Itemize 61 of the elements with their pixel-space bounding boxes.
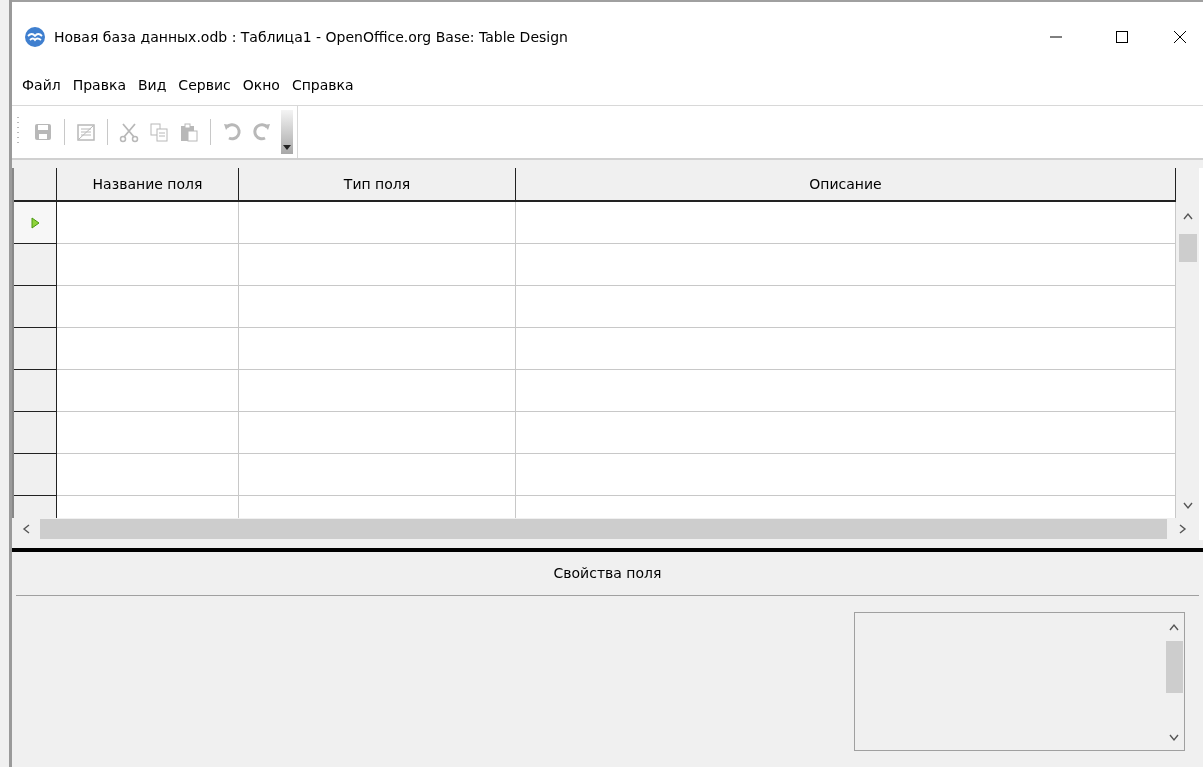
vertical-scrollbar-thumb[interactable] <box>1165 641 1183 693</box>
table-cell[interactable] <box>516 286 1176 328</box>
scroll-left-icon[interactable] <box>22 524 30 534</box>
table-cell[interactable] <box>239 412 516 454</box>
column-header[interactable]: Название поля <box>57 168 239 200</box>
table-cell[interactable] <box>57 328 239 370</box>
table-cell[interactable] <box>239 370 516 412</box>
copy-icon <box>148 121 170 143</box>
toolbar-overflow-button[interactable] <box>281 110 293 154</box>
row-header[interactable] <box>14 412 57 454</box>
row-header[interactable] <box>14 244 57 286</box>
table-cell[interactable] <box>516 244 1176 286</box>
scroll-down-icon[interactable] <box>1182 502 1193 510</box>
table-cell[interactable] <box>239 244 516 286</box>
table-cell[interactable] <box>57 244 239 286</box>
table-cell[interactable] <box>57 454 239 496</box>
scroll-right-icon[interactable] <box>1179 524 1187 534</box>
scroll-down-icon[interactable] <box>1169 734 1179 742</box>
close-icon <box>1173 30 1187 44</box>
table-cell[interactable] <box>239 286 516 328</box>
row-header[interactable] <box>14 454 57 496</box>
row-header[interactable] <box>14 202 57 244</box>
table-cell[interactable] <box>57 370 239 412</box>
maximize-icon <box>1115 30 1129 44</box>
table-cell[interactable] <box>516 454 1176 496</box>
menu-item[interactable]: Вид <box>133 75 171 96</box>
app-logo-icon <box>24 26 46 48</box>
row-header[interactable] <box>14 328 57 370</box>
dropdown-arrow-icon <box>283 145 291 150</box>
redo-icon <box>251 121 273 143</box>
table-cell[interactable] <box>239 454 516 496</box>
menu-item[interactable]: Файл <box>18 75 65 96</box>
table-cell[interactable] <box>239 202 516 244</box>
menu-item[interactable]: Окно <box>238 75 284 96</box>
row-header[interactable] <box>14 286 57 328</box>
scroll-up-icon[interactable] <box>1169 623 1179 631</box>
paste-icon <box>178 121 200 143</box>
save-icon <box>32 121 54 143</box>
undo-icon <box>221 121 243 143</box>
column-header[interactable]: Тип поля <box>239 168 516 200</box>
panel-title: Свойства поля <box>553 564 662 583</box>
cut-icon <box>118 121 140 143</box>
vertical-scrollbar-thumb[interactable] <box>1178 234 1197 262</box>
menu-item[interactable]: Справка <box>287 75 358 96</box>
table-cell[interactable] <box>57 412 239 454</box>
table-cell[interactable] <box>516 412 1176 454</box>
scroll-up-icon[interactable] <box>1182 212 1193 220</box>
table-cell[interactable] <box>57 286 239 328</box>
window-title: Новая база данных.odb : Таблица1 - OpenOffice.org Base: Table Design <box>54 27 568 47</box>
menu-item[interactable]: Сервис <box>174 75 235 96</box>
table-index-icon <box>75 121 97 143</box>
table-cell[interactable] <box>516 202 1176 244</box>
row-header[interactable] <box>14 370 57 412</box>
menu-item[interactable]: Правка <box>68 75 130 96</box>
horizontal-scrollbar-thumb[interactable] <box>40 519 1167 539</box>
table-cell[interactable] <box>516 370 1176 412</box>
table-cell[interactable] <box>57 202 239 244</box>
splitter-bar[interactable] <box>12 540 1203 552</box>
table-cell[interactable] <box>516 328 1176 370</box>
current-row-icon <box>30 216 40 229</box>
table-cell[interactable] <box>239 328 516 370</box>
